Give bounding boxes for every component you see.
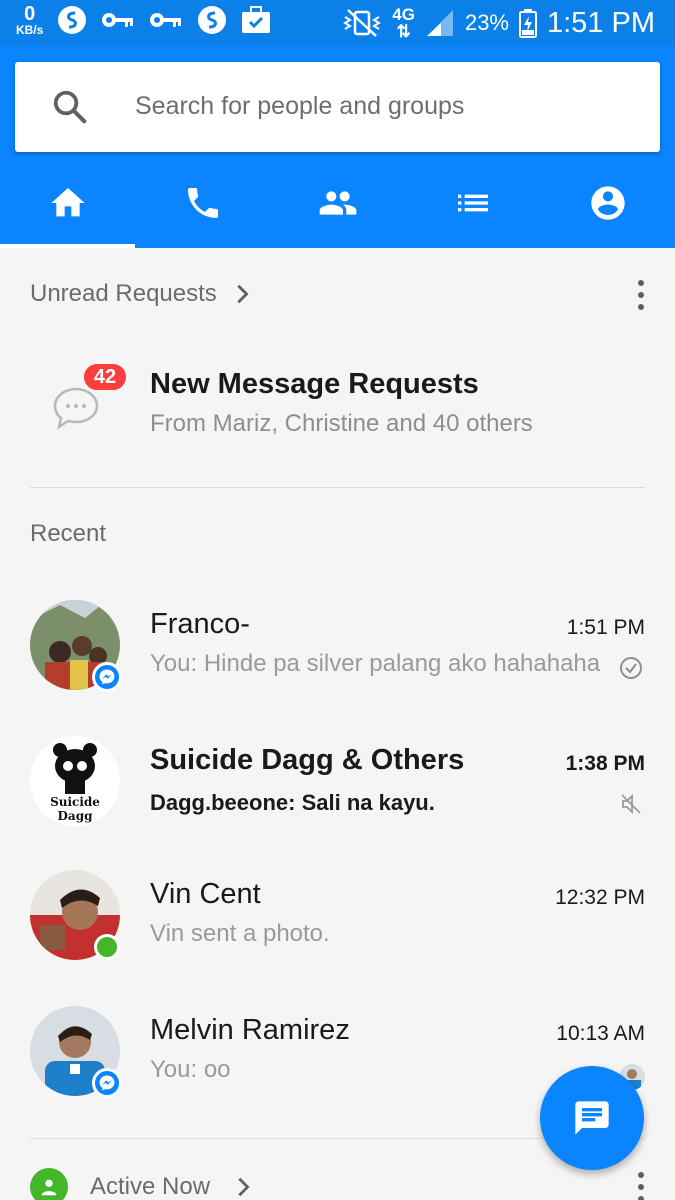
divider	[30, 487, 645, 488]
profile-icon	[590, 186, 625, 220]
conversation-item[interactable]: Franco- 1:51 PM You: Hinde pa silver pal…	[0, 582, 675, 712]
tab-list[interactable]	[405, 158, 540, 248]
avatar: Suicide Dagg	[30, 736, 120, 826]
conversation-name: Vin Cent	[150, 878, 261, 910]
conversation-item[interactable]: Vin Cent 12:32 PM Vin sent a photo.	[0, 852, 675, 982]
message-requests-subtitle: From Mariz, Christine and 40 others	[150, 410, 533, 437]
svg-text:Suicide: Suicide	[50, 795, 100, 809]
search-icon	[53, 90, 87, 124]
net-speed-value: 0	[24, 3, 36, 25]
compose-message-icon	[575, 1101, 609, 1135]
muted-icon	[621, 793, 641, 815]
tab-bar	[0, 158, 675, 248]
tab-profile[interactable]	[540, 158, 675, 248]
conversation-name: Melvin Ramirez	[150, 1014, 350, 1046]
clock: 1:51 PM	[547, 6, 655, 39]
tab-calls[interactable]	[135, 158, 270, 248]
conversation-snippet: Vin sent a photo.	[150, 920, 330, 947]
conversation-time: 1:51 PM	[566, 616, 645, 639]
chevron-right-icon	[237, 284, 249, 304]
message-requests-row[interactable]: 42 New Message Requests From Mariz, Chri…	[0, 348, 675, 458]
messenger-badge-icon	[92, 1068, 122, 1098]
unread-requests-label: Unread Requests	[30, 280, 217, 307]
recent-header: Recent	[30, 520, 106, 548]
conversation-name: Suicide Dagg & Others	[150, 744, 465, 776]
conversation-time: 12:32 PM	[555, 886, 645, 909]
status-left: 0 KB/s	[16, 4, 271, 36]
conversation-snippet: You: Hinde pa silver palang ako hahahaha	[150, 650, 601, 677]
sent-check-icon	[620, 657, 642, 679]
conversation-snippet: Dagg.beeone: Sali na kayu.	[150, 790, 435, 815]
home-icon	[50, 188, 85, 217]
data-arrows-icon: ⇅	[396, 22, 411, 41]
compose-message-button[interactable]	[540, 1066, 644, 1170]
conversation-time: 1:38 PM	[565, 752, 645, 775]
recent-label: Recent	[30, 520, 107, 547]
conversation-item[interactable]: Suicide Dagg Suicide Dagg & Others 1:38 P…	[0, 718, 675, 848]
chevron-right-icon	[238, 1177, 250, 1197]
key-icon	[150, 13, 182, 27]
network-type: 4G ⇅	[392, 6, 415, 40]
conversation-name: Franco-	[150, 608, 250, 640]
app-bar: Search for people and groups	[0, 46, 675, 248]
conversation-list: Unread Requests 42 New Message Requests …	[0, 248, 675, 1200]
message-requests-title: New Message Requests	[150, 368, 479, 400]
list-icon	[457, 194, 488, 212]
svg-text:Dagg: Dagg	[58, 809, 94, 823]
s-icon	[58, 6, 87, 34]
net-speed-unit: KB/s	[16, 23, 44, 37]
tab-groups[interactable]	[270, 158, 405, 248]
phone-icon	[187, 188, 218, 218]
active-now-header[interactable]: Active Now	[30, 1168, 254, 1200]
groups-icon	[319, 191, 356, 215]
messenger-badge-icon	[92, 662, 122, 692]
active-now-menu-button[interactable]	[637, 1172, 645, 1200]
battery-charging-icon	[519, 9, 537, 38]
person-icon	[30, 1168, 68, 1200]
net-speed: 0 KB/s	[16, 4, 43, 36]
status-right: 4G ⇅ 23% 1:51 PM	[342, 4, 655, 42]
conversation-time: 10:13 AM	[556, 1022, 645, 1045]
search-placeholder: Search for people and groups	[135, 92, 465, 120]
signal-icon	[426, 10, 453, 36]
online-indicator	[94, 934, 120, 960]
unread-requests-header[interactable]: Unread Requests	[30, 280, 253, 308]
unread-requests-menu-button[interactable]	[637, 280, 645, 310]
briefcase-icon	[242, 6, 271, 33]
conversation-snippet: You: oo	[150, 1056, 231, 1083]
key-icon	[102, 13, 134, 27]
chat-bubble-icon	[53, 387, 99, 430]
vibrate-icon	[343, 9, 382, 37]
tab-home[interactable]	[0, 158, 135, 248]
battery-percent: 23%	[464, 10, 509, 35]
network-type-label: 4G	[392, 5, 415, 24]
active-now-label: Active Now	[90, 1173, 211, 1200]
s-icon	[198, 6, 227, 34]
search-input[interactable]: Search for people and groups	[15, 62, 660, 152]
request-count-badge: 42	[82, 362, 128, 392]
status-bar: 0 KB/s 4G ⇅ 23% 1:51 PM	[0, 0, 675, 46]
